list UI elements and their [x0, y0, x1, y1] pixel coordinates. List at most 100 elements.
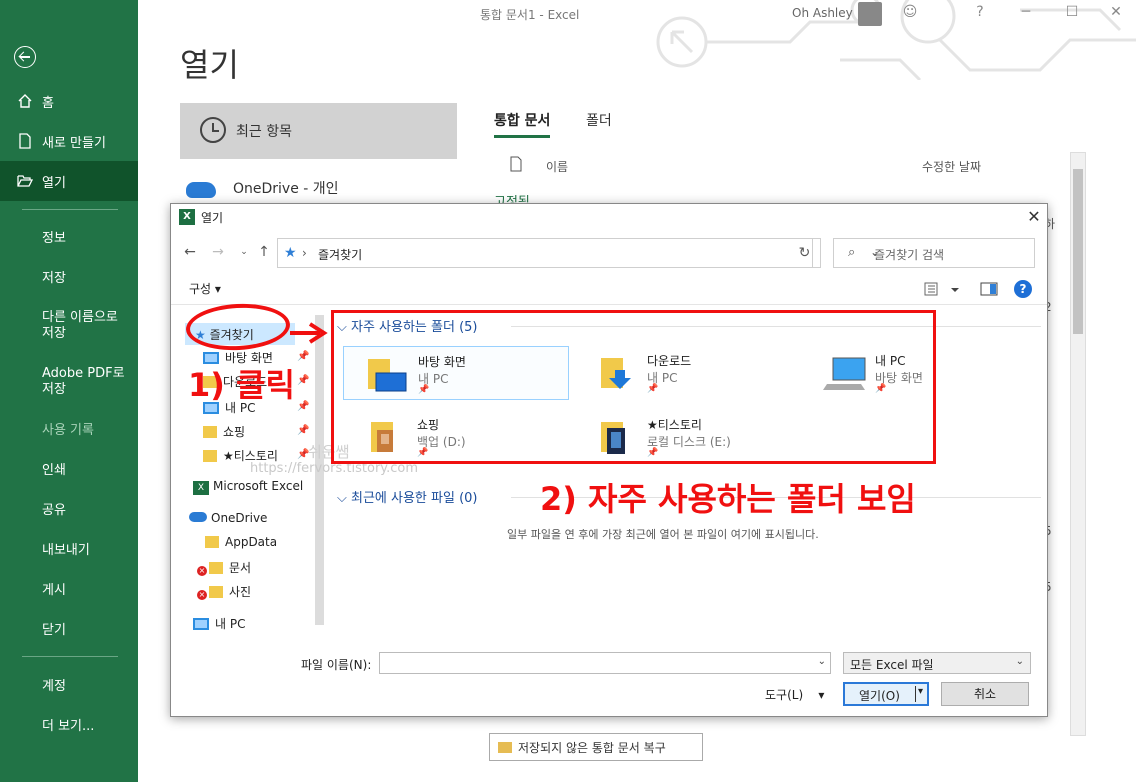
tree-item-label: 문서 [229, 561, 252, 575]
recover-unsaved-button[interactable]: 저장되지 않은 통합 문서 복구 [489, 733, 703, 761]
breadcrumb-chevron-icon: › [302, 246, 307, 260]
window-close-icon[interactable]: ✕ [1106, 4, 1126, 22]
nav-account[interactable]: 계정 [0, 664, 138, 704]
search-input[interactable]: ⌕ 즐겨찾기 검색 [833, 238, 1035, 268]
nav-history-label: 사용 기록 [42, 422, 94, 438]
help-icon[interactable]: ? [1014, 280, 1032, 298]
nav-save[interactable]: 저장 [0, 256, 138, 296]
folder-icon [209, 562, 223, 574]
filetype-select[interactable]: 모든 Excel 파일 ⌄ [843, 652, 1031, 674]
backstage-scrollbar[interactable] [1070, 152, 1086, 736]
recent-locations-chevron-icon[interactable]: ⌄ [235, 243, 253, 261]
nav-save-adobe-pdf[interactable]: Adobe PDF로 저장 [0, 360, 138, 404]
address-text: 즐겨찾기 [318, 248, 363, 262]
preview-pane-icon [980, 282, 998, 296]
maximize-icon[interactable]: ☐ [1062, 4, 1082, 22]
split-divider [915, 686, 916, 702]
nav-share-label: 공유 [42, 502, 66, 518]
cancel-button[interactable]: 취소 [941, 682, 1029, 706]
change-view-icon [924, 282, 938, 296]
annotation-step-1: 1) 클릭 [188, 366, 295, 404]
refresh-icon[interactable]: ↻ [789, 238, 821, 268]
nav-open[interactable]: 열기 [0, 161, 138, 201]
nav-info-label: 정보 [42, 230, 66, 246]
nav-print[interactable]: 인쇄 [0, 448, 138, 488]
column-header-name[interactable]: 이름 [546, 158, 568, 175]
folder-icon [498, 742, 512, 753]
sync-error-icon: × [197, 566, 207, 576]
forward-icon[interactable]: → [209, 243, 227, 261]
onedrive-cloud-icon [189, 512, 207, 522]
tree-item-label: 쇼핑 [223, 425, 246, 439]
tree-item-onedrive[interactable]: OneDrive [189, 511, 267, 525]
nav-share[interactable]: 공유 [0, 488, 138, 528]
excel-icon: X [193, 481, 209, 495]
nav-new[interactable]: 새로 만들기 [0, 121, 138, 161]
tree-item-this-pc-2[interactable]: 내 PC [193, 615, 245, 632]
tree-item-appdata[interactable]: AppData [205, 535, 277, 549]
tab-workbooks[interactable]: 통합 문서 [494, 110, 551, 138]
help-question-icon[interactable]: ? [970, 4, 990, 22]
nav-more[interactable]: 더 보기... [0, 704, 138, 744]
tab-folders[interactable]: 폴더 [586, 110, 612, 130]
open-dropdown-icon[interactable]: ▾ [918, 686, 923, 697]
quick-access-star-icon: ★ [284, 245, 297, 261]
recent-files-header[interactable]: ⌵ 최근에 사용한 파일 (0) [337, 487, 478, 506]
back-arrow-icon[interactable] [14, 46, 36, 68]
nav-close[interactable]: 닫기 [0, 608, 138, 648]
location-onedrive[interactable]: OneDrive - 개인 [233, 178, 339, 198]
sidebar-divider [22, 656, 118, 657]
filename-input[interactable]: ⌄ [379, 652, 831, 674]
window-title: 통합 문서1 - Excel [480, 8, 580, 22]
account-name[interactable]: Oh Ashley [792, 6, 853, 20]
column-header-modified[interactable]: 수정한 날짜 [922, 158, 981, 175]
smiley-icon[interactable]: ☺ [900, 4, 920, 22]
tools-menu[interactable]: 도구(L) ▾ [765, 686, 824, 703]
search-placeholder: 즐겨찾기 검색 [874, 248, 945, 262]
tree-item-shopping[interactable]: 쇼핑 [203, 423, 245, 440]
nav-save-as[interactable]: 다른 이름으로 저장 [0, 304, 138, 348]
annotation-arrow [290, 322, 328, 344]
tree-item-documents[interactable]: × 문서 [197, 559, 251, 576]
scrollbar-thumb[interactable] [1073, 169, 1083, 334]
folder-icon [209, 586, 223, 598]
folder-icon [203, 450, 217, 462]
search-icon: ⌕ [848, 245, 856, 260]
nav-home[interactable]: 홈 [0, 81, 138, 121]
sidebar-divider [22, 209, 118, 210]
nav-open-label: 열기 [42, 175, 66, 191]
new-file-icon [19, 133, 31, 149]
open-button-label: 열기(O) [859, 689, 900, 703]
folder-icon [203, 426, 217, 438]
nav-export[interactable]: 내보내기 [0, 528, 138, 568]
folder-icon [205, 536, 219, 548]
chevron-down-icon[interactable]: ⌄ [818, 656, 826, 667]
annotation-step-2: 2) 자주 사용하는 폴더 보임 [540, 480, 916, 518]
tree-item-pictures[interactable]: × 사진 [197, 583, 251, 600]
address-bar[interactable]: ★ › 즐겨찾기 ⌄ [277, 238, 880, 268]
tree-item-label: AppData [225, 535, 278, 549]
minimize-icon[interactable]: ─ [1016, 4, 1036, 22]
nav-history[interactable]: 사용 기록 [0, 408, 138, 448]
sync-error-icon: × [197, 590, 207, 600]
onedrive-cloud-icon [186, 182, 216, 198]
nav-export-label: 내보내기 [42, 542, 90, 558]
back-icon[interactable]: ← [181, 243, 199, 261]
home-icon [18, 94, 32, 108]
organize-menu[interactable]: 구성 ▾ [189, 280, 221, 297]
tree-item-label: OneDrive [211, 511, 268, 525]
avatar[interactable] [858, 2, 882, 26]
up-icon[interactable]: ↑ [255, 243, 273, 261]
open-button[interactable]: 열기(O) ▾ [843, 682, 929, 706]
nav-close-label: 닫기 [42, 622, 66, 638]
pin-icon: 📌 [297, 375, 310, 386]
tree-item-microsoft-excel[interactable]: X Microsoft Excel [193, 479, 303, 495]
nav-info[interactable]: 정보 [0, 216, 138, 256]
dialog-close-icon[interactable]: ✕ [1023, 206, 1045, 228]
chevron-down-icon: ⌄ [1015, 656, 1024, 667]
tree-item-label: 내 PC [215, 617, 246, 631]
view-options [924, 282, 998, 296]
nav-publish[interactable]: 게시 [0, 568, 138, 608]
location-recent[interactable]: 최근 항목 [180, 103, 457, 159]
empty-recent-message: 일부 파일을 연 후에 가장 최근에 열어 본 파일이 여기에 표시됩니다. [507, 528, 819, 541]
